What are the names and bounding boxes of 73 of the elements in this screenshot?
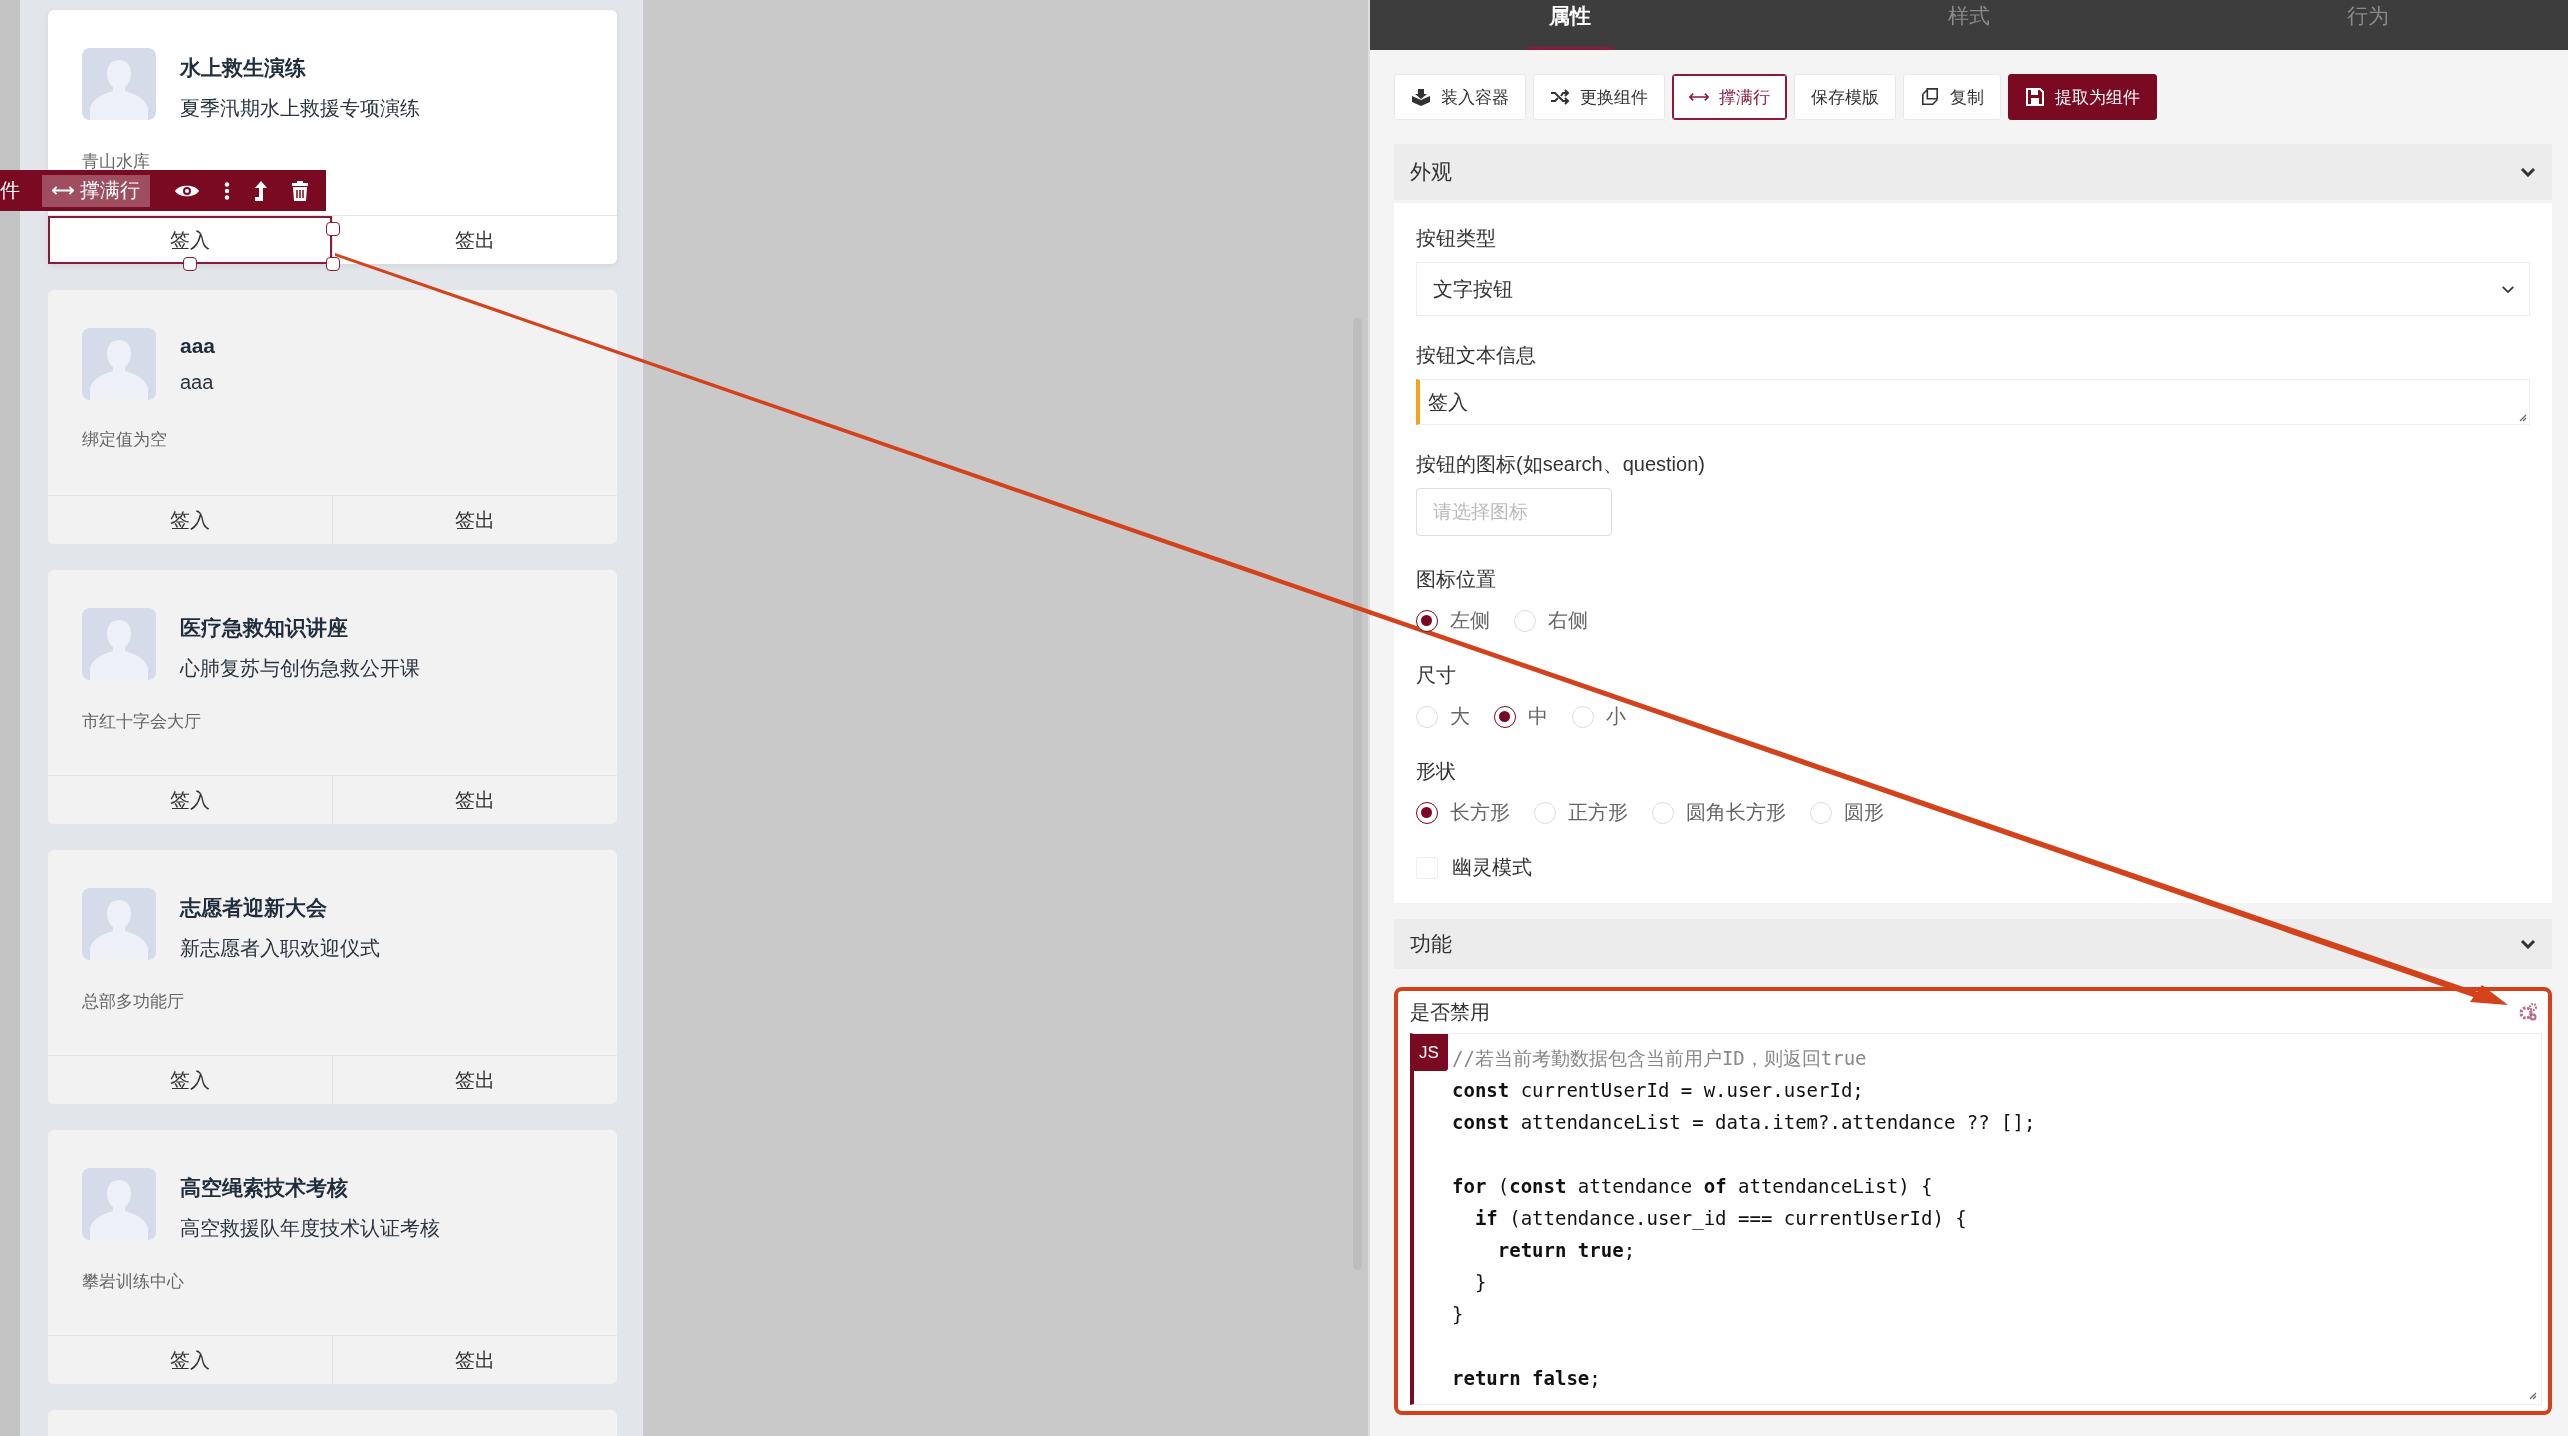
event-title: 水上救生演练 — [180, 55, 306, 81]
radio-option[interactable]: 左侧 — [1416, 607, 1490, 634]
action-button[interactable]: 撑满行 — [1672, 74, 1787, 120]
radio-option[interactable]: 右侧 — [1514, 607, 1588, 634]
radio-option[interactable]: 小 — [1572, 703, 1626, 730]
radio-label: 右侧 — [1548, 608, 1588, 633]
radio-option[interactable]: 中 — [1494, 703, 1548, 730]
text-area[interactable]: 签入 — [1416, 379, 2530, 425]
icon-input[interactable]: 请选择图标 — [1416, 488, 1612, 536]
radio-label: 长方形 — [1450, 800, 1510, 825]
code-line: if (attendance.user_id === currentUserId) { — [1473, 1206, 1968, 1232]
radio-label: 中 — [1528, 704, 1548, 729]
event-subtitle: 新志愿者入职欢迎仪式 — [180, 936, 380, 961]
check-in-button[interactable]: 签入 — [48, 1336, 332, 1384]
code-line: } — [1473, 1270, 1488, 1295]
event-location: 青山水库 — [82, 151, 150, 173]
check-in-button[interactable]: 签入 — [48, 776, 332, 824]
check-out-button[interactable]: 签出 — [332, 776, 617, 824]
radio-option[interactable]: 圆形 — [1810, 799, 1884, 826]
radio-label: 大 — [1450, 704, 1470, 729]
check-out-button[interactable]: 签出 — [332, 1336, 617, 1384]
field-label: 形状 — [1416, 759, 1456, 784]
field-label: 是否禁用 — [1410, 999, 1490, 1025]
radio-label: 正方形 — [1568, 800, 1628, 825]
code-line: return true; — [1496, 1238, 1637, 1263]
section-header[interactable]: 功能 — [1394, 919, 2552, 969]
radio-option[interactable]: 长方形 — [1416, 799, 1510, 826]
code-line: for (const attendance of attendanceList) { — [1452, 1174, 1934, 1199]
event-title: aaa — [180, 334, 216, 358]
radio-option[interactable]: 圆角长方形 — [1652, 799, 1786, 826]
code-line: const currentUserId = w.user.userId; — [1452, 1078, 1865, 1103]
code-comment: //若当前考勤数据包含当前用户ID，则返回true — [1452, 1046, 1868, 1071]
radio-option[interactable]: 正方形 — [1534, 799, 1628, 826]
field-label: 尺寸 — [1416, 663, 1456, 688]
code-line: return false; — [1452, 1366, 1602, 1391]
check-in-button[interactable]: 签入 — [48, 216, 332, 264]
code-line: const attendanceList = data.item?.attendance ?? []; — [1452, 1110, 2037, 1135]
event-title: 医疗急救知识讲座 — [180, 615, 348, 641]
action-button[interactable]: 更换组件 — [1533, 74, 1665, 120]
field-label: 图标位置 — [1416, 567, 1496, 592]
event-subtitle: 高空救援队年度技术认证考核 — [180, 1216, 440, 1241]
check-out-button[interactable]: 签出 — [332, 496, 617, 544]
radio-label: 左侧 — [1450, 608, 1490, 633]
radio-option[interactable]: 大 — [1416, 703, 1470, 730]
radio-label: 圆形 — [1844, 800, 1884, 825]
check-out-button[interactable]: 签出 — [332, 1056, 617, 1104]
action-button[interactable]: 提取为组件 — [2008, 74, 2157, 120]
action-button[interactable]: 装入容器 — [1394, 74, 1526, 120]
event-subtitle: aaa — [180, 371, 214, 394]
event-location: 攀岩训练中心 — [82, 1271, 184, 1293]
event-location: 绑定值为空 — [82, 429, 167, 451]
event-subtitle: 夏季汛期水上救援专项演练 — [180, 96, 420, 121]
checkbox-label: 幽灵模式 — [1452, 855, 1532, 880]
action-button[interactable]: 保存模版 — [1794, 74, 1896, 120]
field-label: 按钮类型 — [1416, 226, 1496, 251]
event-location: 总部多功能厅 — [82, 991, 184, 1013]
check-in-button[interactable]: 签入 — [48, 1056, 332, 1104]
select-field[interactable]: 文字按钮 — [1416, 262, 2530, 316]
event-location: 市红十字会大厅 — [82, 711, 201, 733]
fill-row-button[interactable]: 撑满行 — [42, 174, 150, 207]
event-title: 高空绳索技术考核 — [180, 1175, 348, 1201]
radio-label: 圆角长方形 — [1686, 800, 1786, 825]
event-subtitle: 心肺复苏与创伤急救公开课 — [180, 656, 420, 681]
event-title: 志愿者迎新大会 — [180, 895, 327, 921]
field-label: 按钮的图标(如search、question) — [1416, 452, 1705, 477]
section-header[interactable]: 外观 — [1394, 144, 2552, 200]
action-button[interactable]: 复制 — [1903, 74, 2001, 120]
code-line: } — [1452, 1302, 1465, 1327]
panel-tab[interactable]: 属性 — [1370, 0, 1770, 50]
radio-label: 小 — [1606, 704, 1626, 729]
toolbar-label: 件 — [0, 178, 21, 203]
check-in-button[interactable]: 签入 — [48, 496, 332, 544]
field-label: 按钮文本信息 — [1416, 343, 1536, 368]
